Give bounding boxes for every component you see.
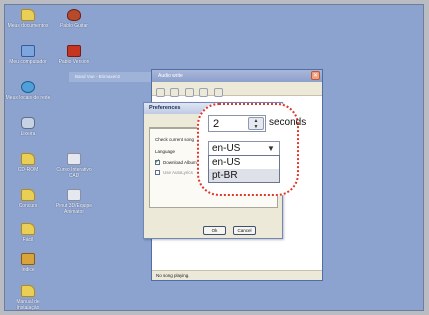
desktop-icon-manual[interactable]: Manual de Instalação [5,285,51,311]
app-icon [21,253,35,265]
document-icon [67,153,81,165]
interval-value: 2 [213,118,220,130]
interval-spinbox[interactable]: 2 ▲ ▼ [208,115,266,132]
app-toolbar [152,82,322,97]
network-icon [21,81,35,93]
desktop-icon-concurs[interactable]: Concurs [5,189,51,209]
ok-button[interactable]: Ok [203,226,226,235]
status-text: No song playing. [156,273,190,278]
save-icon[interactable] [184,88,194,97]
folder-icon [21,9,35,21]
autolyrics-label: Use AutoLyrics [163,170,193,175]
check-song-label: Check current song [155,137,195,142]
preferences-tabs: InterfaceOptions [149,120,199,135]
close-button[interactable]: ✕ [311,71,320,80]
folder-icon [21,189,35,201]
desktop-icon-facil[interactable]: Fácil [5,223,51,243]
desktop-icon-label: Pablo Guitar [60,23,88,29]
desktop-icon-label: Pinut 3D/Equipe Animator [55,203,93,215]
desktop-icon-label: Meu computador [9,59,47,65]
desktop-icon-pablo-guitar[interactable]: Pablo Guitar [51,9,97,29]
folder-icon [21,153,35,165]
zoom-callout: 2 ▲ ▼ seconds en-US ▼ en-US pt-BR [197,103,306,196]
chevron-down-icon[interactable]: ▼ [263,142,279,155]
new-icon[interactable] [156,88,165,97]
guitar-icon [67,9,81,21]
trash-icon [21,117,35,129]
desktop-icon-indice[interactable]: Índice [5,253,51,273]
spinner-arrows-icon[interactable]: ▲ ▼ [248,117,264,130]
open-icon[interactable] [170,88,180,97]
cancel-button[interactable]: Cancel [233,226,256,235]
ghost-window-titlebar: Band Vue - Brimaxen2 [69,72,151,82]
document-icon [67,45,81,57]
computer-icon [21,45,35,57]
desktop-icon-label: Manual de Instalação [16,299,40,311]
desktop-icon-meu-computador[interactable]: Meu computador [5,45,51,65]
language-dropdown-list: en-US pt-BR [208,155,280,183]
desktop-icon-lixeira[interactable]: Lixeira [5,117,51,137]
desktop-icon-label: Concurs [18,203,38,209]
folder-icon [21,223,35,235]
app-window-titlebar[interactable]: Audio write ✕ [152,70,322,82]
desktop-icon-pablo-version[interactable]: Pablo Version [51,45,97,65]
desktop-icon-label: CD-ROM [17,167,39,173]
autolyrics-checkbox[interactable] [155,170,160,175]
status-bar: No song playing. [152,270,322,280]
desktop-icon-label: Lixeira [20,131,36,137]
desktop-icon-curso-cad[interactable]: Curso Interativo CAD [51,153,97,179]
folder-icon [21,285,35,297]
document-icon [67,189,81,201]
language-option-pt-br[interactable]: pt-BR [209,169,279,182]
language-option-en-us[interactable]: en-US [209,156,279,169]
language-select-value: en-US [212,143,241,154]
desktop-icon-label: Meus locais de rede [5,95,51,101]
settings-icon[interactable] [213,88,223,97]
desktop-icon-label: Pablo Version [58,59,90,65]
desktop-icon-label: Curso Interativo CAD [56,167,92,179]
desktop-icon-label: Meus documentos [7,23,49,29]
record-icon[interactable] [199,88,209,97]
desktop-icon-meus-documentos[interactable]: Meus documentos [5,9,51,29]
language-label: Language [155,149,176,154]
interval-unit-label: seconds [269,117,307,128]
language-select[interactable]: en-US ▼ [208,141,280,156]
desktop-icon-label: Índice [21,267,35,273]
app-window-title: Audio write [158,73,183,79]
desktop-icon-label: Fácil [22,237,34,243]
close-icon: ✕ [312,73,319,79]
desktop-icon-cd-rom[interactable]: CD-ROM [5,153,51,173]
desktop-icon-locais-de-rede[interactable]: Meus locais de rede [5,81,51,101]
desktop-icon-pinut-animator[interactable]: Pinut 3D/Equipe Animator [51,189,97,215]
desktop: Meus documentos Meu computador Meus loca… [4,4,424,311]
download-art-checkbox[interactable] [155,158,160,165]
